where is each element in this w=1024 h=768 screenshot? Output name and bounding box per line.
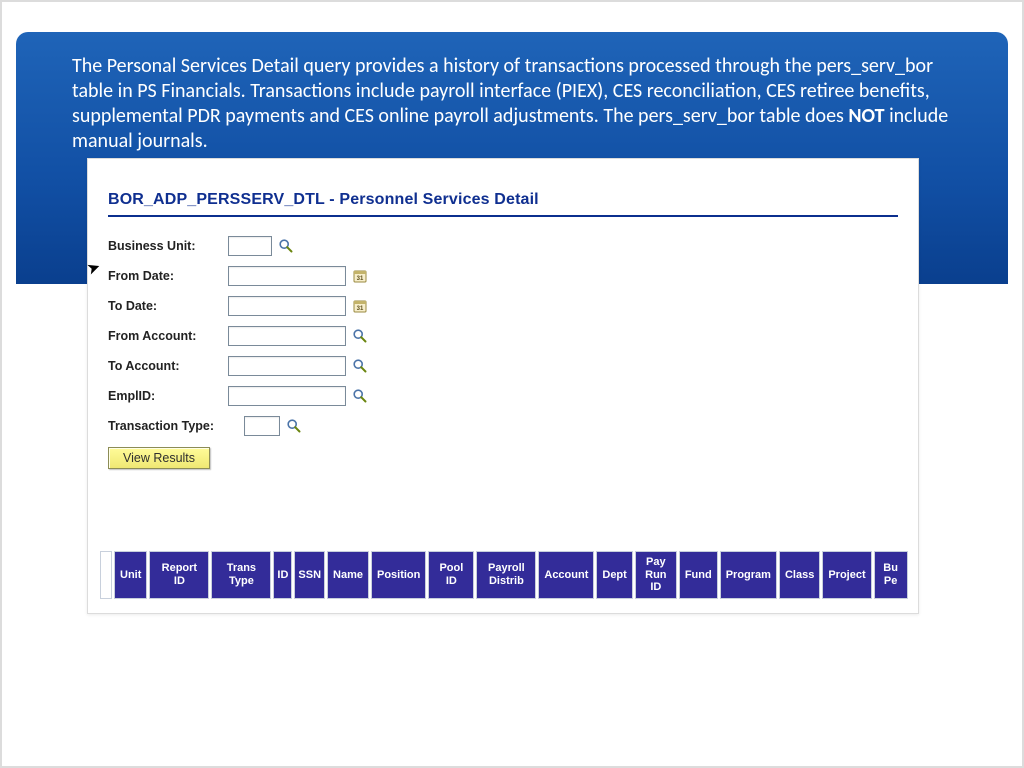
from-date-input[interactable] bbox=[228, 266, 346, 286]
col-pay-run-id: Pay Run ID bbox=[635, 551, 677, 599]
label-business-unit: Business Unit: bbox=[108, 239, 228, 253]
query-form: Business Unit: From Date: 31 To Date: 31 bbox=[108, 231, 898, 469]
label-txn-type: Transaction Type: bbox=[108, 419, 244, 433]
col-pool-id: Pool ID bbox=[428, 551, 474, 599]
emplid-input[interactable] bbox=[228, 386, 346, 406]
calendar-icon[interactable]: 31 bbox=[352, 298, 368, 314]
query-code: BOR_ADP_PERSSERV_DTL bbox=[108, 191, 325, 208]
col-id: ID bbox=[273, 551, 292, 599]
col-program: Program bbox=[720, 551, 777, 599]
results-table-header: Unit Report ID Trans Type ID SSN Name Po… bbox=[98, 551, 918, 599]
title-separator: - bbox=[325, 191, 340, 208]
table-spacer bbox=[100, 551, 112, 599]
col-dept: Dept bbox=[596, 551, 632, 599]
query-name: Personnel Services Detail bbox=[339, 191, 538, 208]
label-from-date: From Date: bbox=[108, 269, 228, 283]
lookup-icon[interactable] bbox=[278, 238, 294, 254]
business-unit-input[interactable] bbox=[228, 236, 272, 256]
col-name: Name bbox=[327, 551, 369, 599]
calendar-icon[interactable]: 31 bbox=[352, 268, 368, 284]
from-account-input[interactable] bbox=[228, 326, 346, 346]
col-project: Project bbox=[822, 551, 871, 599]
title-rule bbox=[108, 215, 898, 217]
col-ssn: SSN bbox=[294, 551, 325, 599]
lookup-icon[interactable] bbox=[352, 388, 368, 404]
txn-type-input[interactable] bbox=[244, 416, 280, 436]
page-title: BOR_ADP_PERSSERV_DTL - Personnel Service… bbox=[108, 191, 898, 209]
label-from-account: From Account: bbox=[108, 329, 228, 343]
to-date-input[interactable] bbox=[228, 296, 346, 316]
col-report-id: Report ID bbox=[149, 551, 209, 599]
col-class: Class bbox=[779, 551, 820, 599]
lookup-icon[interactable] bbox=[286, 418, 302, 434]
banner-text-before: The Personal Services Detail query provi… bbox=[72, 54, 933, 128]
banner-not-word: NOT bbox=[848, 104, 884, 128]
slide-frame: The Personal Services Detail query provi… bbox=[0, 0, 1024, 768]
col-position: Position bbox=[371, 551, 426, 599]
svg-text:31: 31 bbox=[357, 276, 364, 282]
col-payroll-distrib: Payroll Distrib bbox=[476, 551, 536, 599]
label-to-account: To Account: bbox=[108, 359, 228, 373]
lookup-icon[interactable] bbox=[352, 328, 368, 344]
svg-text:31: 31 bbox=[357, 306, 364, 312]
col-account: Account bbox=[538, 551, 594, 599]
view-results-button[interactable]: View Results bbox=[108, 447, 210, 469]
label-to-date: To Date: bbox=[108, 299, 228, 313]
results-table: Unit Report ID Trans Type ID SSN Name Po… bbox=[98, 551, 910, 599]
to-account-input[interactable] bbox=[228, 356, 346, 376]
lookup-icon[interactable] bbox=[352, 358, 368, 374]
label-emplid: EmplID: bbox=[108, 389, 228, 403]
col-truncated: Bu Pe bbox=[874, 551, 908, 599]
col-trans-type: Trans Type bbox=[211, 551, 271, 599]
query-panel: BOR_ADP_PERSSERV_DTL - Personnel Service… bbox=[87, 158, 919, 614]
col-fund: Fund bbox=[679, 551, 718, 599]
col-unit: Unit bbox=[114, 551, 147, 599]
